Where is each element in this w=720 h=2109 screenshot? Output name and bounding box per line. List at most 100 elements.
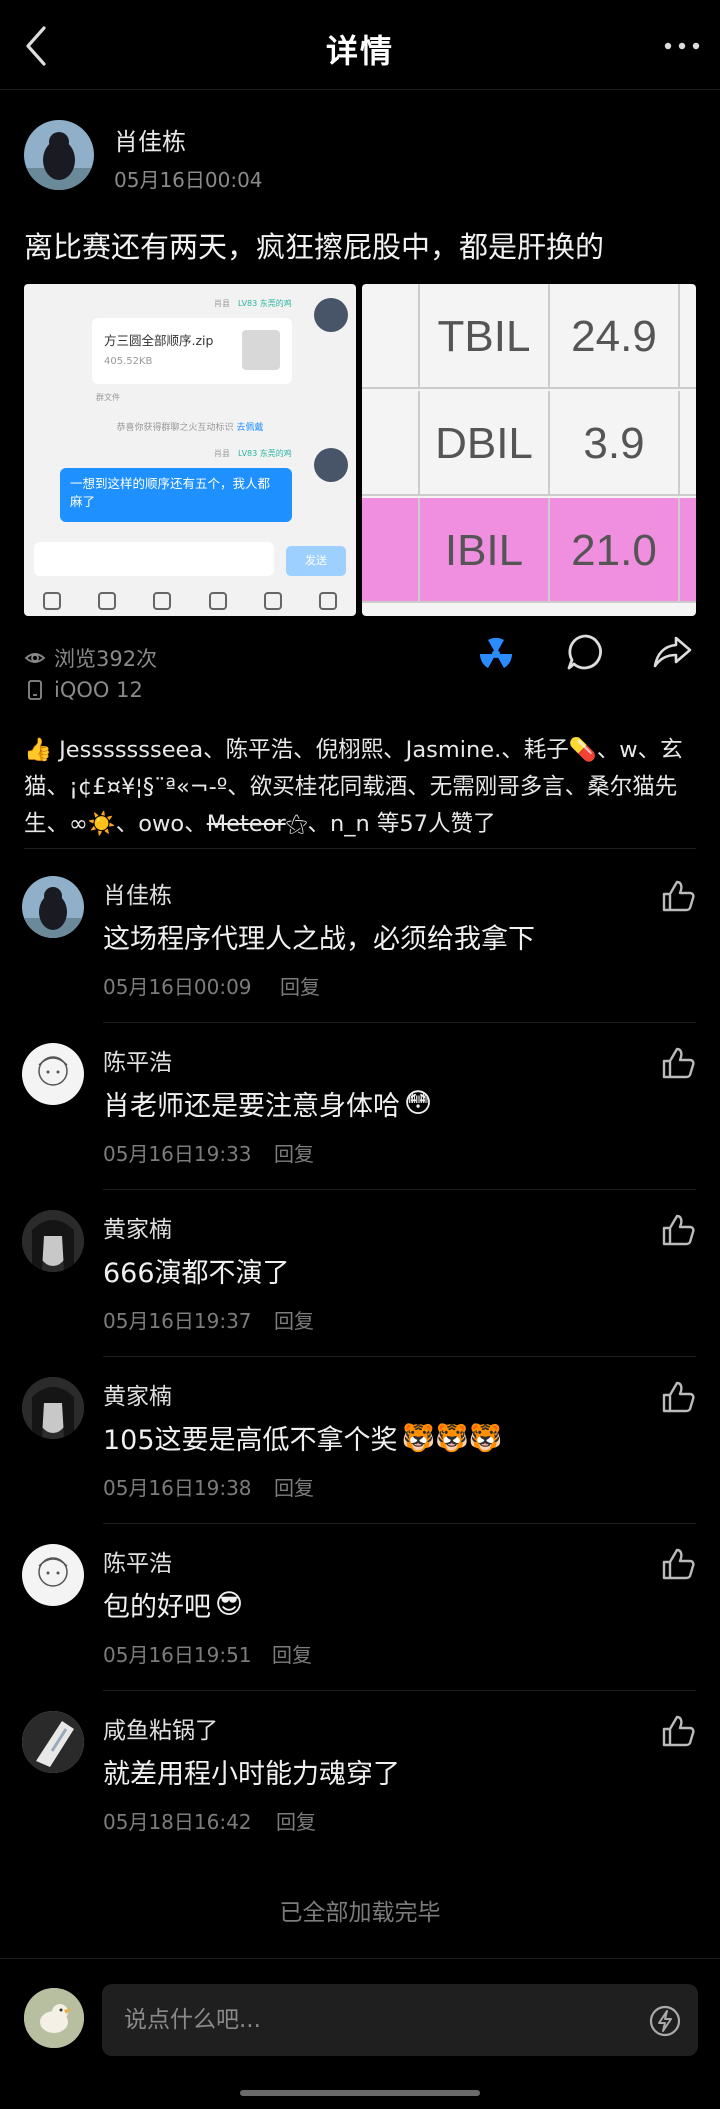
comment-emoji: 🐯🐯🐯 <box>401 1422 503 1454</box>
commenter-avatar[interactable] <box>22 876 84 938</box>
chat-sender-name: 肖县 <box>214 299 230 308</box>
post-image-chat-screenshot[interactable]: 肖县 LV83 东莞的鸡 方三圆全部顺序.zip 405.52KB 群文件 恭喜… <box>24 284 356 616</box>
comment-body: 这场程序代理人之战，必须给我拿下 <box>103 924 535 955</box>
table-row-highlighted: IBIL 21.0 <box>362 498 696 603</box>
reply-button[interactable]: 回复 <box>274 1138 314 1167</box>
likes-list[interactable]: 👍 Jessssssseea、陈平浩、倪栩熙、Jasmine.、耗子💊、w、玄猫… <box>24 732 700 843</box>
current-user-avatar[interactable] <box>24 1988 84 2048</box>
reply-button[interactable]: 回复 <box>276 1806 316 1835</box>
comment-input[interactable] <box>124 2000 604 2040</box>
commenter-name[interactable]: 陈平浩 <box>103 1043 172 1077</box>
page-title: 详情 <box>325 32 394 70</box>
comment-body: 包的好吧 <box>103 1592 211 1623</box>
plus-icon <box>319 592 338 610</box>
chat-send-button-mock: 发送 <box>286 546 346 576</box>
end-of-list-text: 已全部加载完毕 <box>279 1900 441 1926</box>
image-icon <box>97 592 116 610</box>
thumbs-up-icon[interactable] <box>660 1379 696 1415</box>
chat-system-tip: 恭喜你获得群聊之火互动标识 去佩戴 <box>24 420 356 433</box>
table-cell-value: 21.0 <box>548 498 678 603</box>
commenter-name[interactable]: 咸鱼粘锅了 <box>103 1711 218 1745</box>
chat-file-size: 405.52KB <box>104 356 153 367</box>
commenter-avatar[interactable] <box>22 1377 84 1439</box>
top-bar: 详情 <box>0 0 720 90</box>
comment-body: 666演都不演了 <box>103 1258 290 1289</box>
commenter-name[interactable]: 黄家楠 <box>103 1377 172 1411</box>
post-author-name[interactable]: 肖佳栋 <box>114 122 186 157</box>
comment-timestamp: 05月16日19:37 <box>103 1309 252 1333</box>
chat-input-mock <box>34 542 274 576</box>
chat-sender-name-2: 肖县 <box>214 449 230 458</box>
table-cell-label: TBIL <box>418 284 548 389</box>
comment-text: 肖老师还是要注意身体哈 😳 <box>103 1084 432 1123</box>
comment-input-box[interactable] <box>102 1984 698 2056</box>
thumbs-up-icon: 👍 <box>24 737 53 763</box>
comment-timestamp: 05月16日19:51 <box>103 1643 252 1667</box>
comment-body: 就差用程小时能力魂穿了 <box>103 1759 400 1790</box>
comment-text: 666演都不演了 <box>103 1251 294 1290</box>
comment-timestamp: 05月16日19:38 <box>103 1476 252 1500</box>
lightning-icon[interactable] <box>648 2004 682 2038</box>
thumbs-up-icon[interactable] <box>660 878 696 914</box>
reply-button[interactable]: 回复 <box>280 971 320 1000</box>
comment-body: 肖老师还是要注意身体哈 <box>103 1091 400 1122</box>
commenter-avatar[interactable] <box>22 1210 84 1272</box>
reply-button[interactable]: 回复 <box>274 1305 314 1334</box>
chat-avatar-2 <box>314 448 348 482</box>
share-icon[interactable] <box>650 630 694 674</box>
chat-file-card: 方三圆全部顺序.zip 405.52KB <box>92 318 292 384</box>
mic-icon <box>42 592 61 610</box>
thumbs-up-icon[interactable] <box>660 1212 696 1248</box>
comment-text: 这场程序代理人之战，必须给我拿下 <box>103 917 539 956</box>
home-indicator <box>240 2090 480 2096</box>
likes-strike-name: Meteor <box>206 811 286 837</box>
author-avatar[interactable] <box>24 120 94 190</box>
table-row: TBIL 24.9 <box>362 284 696 389</box>
chat-file-label: 群文件 <box>96 393 120 402</box>
commenter-avatar[interactable] <box>22 1544 84 1606</box>
eye-icon <box>24 653 46 663</box>
device-info: iQOO 12 <box>24 678 143 702</box>
table-cell-value: 3.9 <box>548 391 678 496</box>
post-image-lab-table[interactable]: TBIL 24.9 DBIL 3.9 IBIL 21.0 <box>362 284 696 616</box>
table-cell-edge <box>678 284 696 389</box>
comment-item: 肖佳栋 这场程序代理人之战，必须给我拿下 05月16日00:09 回复 <box>0 856 720 1023</box>
more-options-icon[interactable] <box>660 28 704 64</box>
table-cell-label: DBIL <box>418 391 548 496</box>
post-text: 离比赛还有两天，疯狂擦屁股中，都是肝换的 <box>24 230 605 264</box>
commenter-name[interactable]: 黄家楠 <box>103 1210 172 1244</box>
commenter-name[interactable]: 肖佳栋 <box>103 876 172 910</box>
comment-text: 就差用程小时能力魂穿了 <box>103 1752 404 1791</box>
table-cell-edge <box>678 498 696 603</box>
zip-file-icon <box>242 330 280 370</box>
comment-text: 105这要是高低不拿个奖 🐯🐯🐯 <box>103 1418 502 1457</box>
radiation-like-icon[interactable] <box>474 630 518 674</box>
camera-icon <box>153 592 172 610</box>
thumbs-up-icon[interactable] <box>660 1045 696 1081</box>
device-text: iQOO 12 <box>54 678 143 702</box>
view-count-text: 浏览392次 <box>54 647 158 671</box>
divider <box>24 848 696 849</box>
comment-item: 陈平浩 包的好吧 😎 05月16日19:51 回复 <box>0 1524 720 1691</box>
reply-button[interactable]: 回复 <box>274 1472 314 1501</box>
table-cell-edge <box>678 391 696 496</box>
comment-item: 黄家楠 666演都不演了 05月16日19:37 回复 <box>0 1190 720 1357</box>
commenter-avatar[interactable] <box>22 1711 84 1773</box>
likes-names-tail: ⚝、n_n 等57人赞了 <box>285 811 496 837</box>
view-count: 浏览392次 <box>24 643 157 673</box>
comment-icon[interactable] <box>564 630 608 674</box>
chat-sender-tag-2: LV83 东莞的鸡 <box>238 449 292 458</box>
comment-item: 咸鱼粘锅了 就差用程小时能力魂穿了 05月18日16:42 回复 <box>0 1691 720 1858</box>
table-cell-value: 24.9 <box>548 284 678 389</box>
comment-item: 黄家楠 105这要是高低不拿个奖 🐯🐯🐯 05月16日19:38 回复 <box>0 1357 720 1524</box>
thumbs-up-icon[interactable] <box>660 1713 696 1749</box>
chat-tip-link: 去佩戴 <box>236 423 264 433</box>
comment-item: 陈平浩 肖老师还是要注意身体哈 😳 05月16日19:33 回复 <box>0 1023 720 1190</box>
comment-timestamp: 05月18日16:42 <box>103 1810 252 1834</box>
thumbs-up-icon[interactable] <box>660 1546 696 1582</box>
reply-button[interactable]: 回复 <box>272 1639 312 1668</box>
comment-emoji: 😎 <box>215 1589 244 1620</box>
divider <box>0 1958 720 1959</box>
commenter-avatar[interactable] <box>22 1043 84 1105</box>
commenter-name[interactable]: 陈平浩 <box>103 1544 172 1578</box>
